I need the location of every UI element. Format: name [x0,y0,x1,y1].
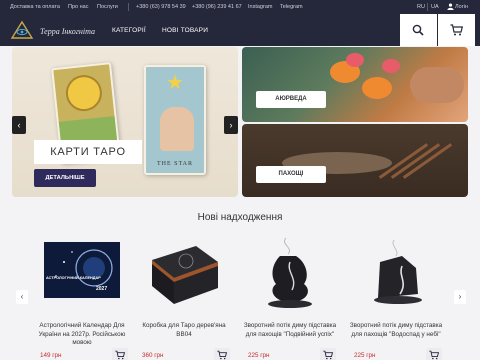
search-icon [412,24,424,36]
lang-ru[interactable]: RU [417,4,425,10]
product-price: 149 грн [40,352,62,359]
services-link[interactable]: Послуги [97,4,118,10]
hero-title: КАРТИ ТАРО [34,140,142,164]
top-bar: Доставка та оплата Про нас Послуги +380 … [0,0,480,14]
cart-icon [323,350,333,360]
hero-slider[interactable]: ★ THE STAR КАРТИ ТАРО ДЕТАЛЬНІШЕ [12,47,238,197]
cart-icon [429,350,439,360]
product-image [44,242,120,298]
incense-banner[interactable]: ПАХОЩІ [242,124,468,197]
nav-categories[interactable]: КАТЕГОРІЇ [112,27,146,34]
divider [128,3,129,11]
phone-1[interactable]: +380 (63) 978 54 39 [136,4,186,10]
product-price: 360 грн [142,352,164,359]
telegram-link[interactable]: Telegram [280,4,303,10]
ayurveda-button[interactable]: АЮРВЕДА [256,91,326,108]
product-name[interactable]: Коробка для Таро дерев'яна BB04 [136,322,232,339]
cart-icon [115,350,125,360]
product-image [152,246,218,304]
cart-icon [217,350,227,360]
phone-2[interactable]: +380 (96) 239 41 67 [192,4,242,10]
ayurveda-banner[interactable]: АЮРВЕДА [242,47,468,122]
add-to-cart-button[interactable] [320,348,336,360]
incense-button[interactable]: ПАХОЩІ [256,166,326,183]
product-name[interactable]: Зворотний потік диму підставка для пахощ… [242,322,338,339]
about-link[interactable]: Про нас [68,4,88,10]
products-prev-arrow[interactable]: ‹ [16,290,28,304]
add-to-cart-button[interactable] [214,348,230,360]
product-image [374,239,422,304]
add-to-cart-button[interactable] [426,348,442,360]
logo-text: Терра Інкогніта [40,27,95,36]
logo-eye-icon [10,20,34,39]
lang-ua[interactable]: UA [431,4,439,10]
slider-prev-arrow[interactable]: ‹ [12,116,26,134]
product-price: 225 грн [248,352,270,359]
product-price: 225 грн [354,352,376,359]
logo[interactable]: Терра Інкогніта [10,20,100,40]
section-title: Нові надходження [197,212,283,223]
card-label: THE STAR [156,161,194,167]
nav-new-products[interactable]: НОВІ ТОВАРИ [162,27,208,34]
calendar-cover-title: АСТРОЛОГІЧНИЙ КАЛЕНДАР [46,276,101,280]
slider-next-arrow[interactable]: › [224,116,238,134]
instagram-link[interactable]: Instagram [248,4,272,10]
product-name[interactable]: Зворотний потік диму підставка для пахощ… [348,322,444,339]
products-next-arrow[interactable]: › [454,290,466,304]
user-icon[interactable] [447,3,454,12]
cart-icon [450,24,463,36]
search-button[interactable] [400,14,437,46]
cart-button[interactable] [438,14,475,46]
product-name[interactable]: Астрологічний Календар Для України на 20… [34,322,130,348]
add-to-cart-button[interactable] [112,348,128,360]
tarot-card-star: ★ THE STAR [144,65,206,175]
details-button[interactable]: ДЕТАЛЬНІШЕ [34,169,96,187]
product-image [268,237,312,308]
login-link[interactable]: Логін [455,4,468,10]
delivery-link[interactable]: Доставка та оплата [10,4,60,10]
calendar-cover-year: 2027 [96,286,108,292]
divider [427,3,428,11]
